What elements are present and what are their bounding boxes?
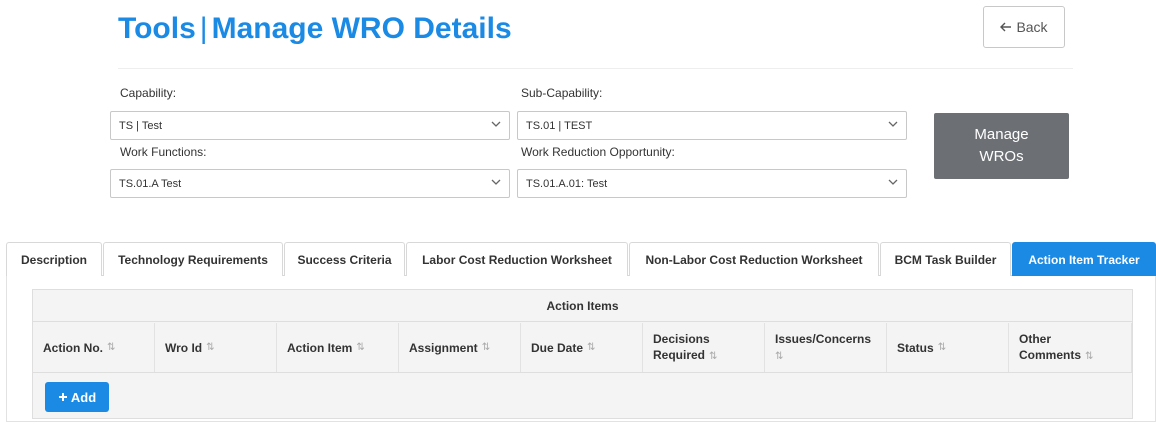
column-label-line2: Required (653, 347, 706, 362)
plus-icon (58, 393, 67, 401)
chevron-down-icon (491, 179, 501, 185)
wro-label: Work Reduction Opportunity: (521, 145, 675, 159)
sort-icon: ⇅ (937, 341, 947, 353)
sort-icon: ⇅ (709, 350, 718, 362)
sort-icon: ⇅ (107, 341, 116, 353)
chevron-down-icon (888, 121, 898, 127)
title-main: Manage WRO Details (211, 12, 512, 45)
wro-value: TS.01.A.01: Test (526, 177, 608, 190)
header-divider (33, 372, 1132, 373)
title-separator: | (199, 12, 208, 45)
add-button[interactable]: Add (45, 382, 109, 412)
column-label: Action No. (43, 340, 103, 355)
chevron-down-icon (491, 121, 501, 127)
title-tools: Tools (118, 12, 196, 45)
column-label-line1: Other (1019, 331, 1052, 346)
back-button-label: Back (1016, 19, 1048, 35)
column-label-line2: Comments (1019, 347, 1082, 362)
sub-capability-select[interactable]: TS.01 | TEST (517, 111, 907, 140)
tab-labor-cost-reduction[interactable]: Labor Cost Reduction Worksheet (406, 242, 628, 276)
column-header-action-item[interactable]: Action Item ⇅ (277, 323, 399, 372)
column-header-status[interactable]: Status ⇅ (887, 323, 1009, 372)
column-label-line1: Decisions (653, 331, 710, 346)
sort-icon: ⇅ (1085, 350, 1094, 362)
tab-bcm-task-builder[interactable]: BCM Task Builder (880, 242, 1011, 276)
sort-icon: ⇅ (775, 350, 784, 362)
tab-bar: Description Technology Requirements Succ… (6, 242, 1156, 277)
arrow-left-icon (1000, 22, 1012, 32)
add-button-label: Add (70, 389, 97, 405)
column-label: Status (897, 340, 934, 355)
work-functions-value: TS.01.A Test (119, 177, 182, 190)
capability-select[interactable]: TS | Test (110, 111, 510, 140)
wro-select[interactable]: TS.01.A.01: Test (517, 169, 907, 198)
sort-icon: ⇅ (587, 341, 596, 353)
sub-capability-value: TS.01 | TEST (526, 119, 593, 132)
sort-icon: ⇅ (481, 341, 491, 353)
work-functions-select[interactable]: TS.01.A Test (110, 169, 510, 198)
table-caption: Action Items (33, 290, 1132, 322)
sub-capability-label: Sub-Capability: (521, 86, 603, 100)
manage-wros-button[interactable]: Manage WROs (934, 113, 1069, 179)
column-header-other-comments[interactable]: Other Comments ⇅ (1009, 323, 1132, 372)
work-functions-label: Work Functions: (120, 145, 207, 159)
tab-success-criteria[interactable]: Success Criteria (284, 242, 405, 276)
column-label-line1: Issues/Concerns (775, 331, 872, 346)
capability-value: TS | Test (119, 119, 163, 132)
column-header-assignment[interactable]: Assignment ⇅ (399, 323, 521, 372)
sort-icon: ⇅ (356, 341, 365, 353)
column-header-decisions-required[interactable]: Decisions Required ⇅ (643, 323, 765, 372)
action-items-table: Action Items Action No. ⇅ Wro Id ⇅ Action … (32, 289, 1133, 419)
manage-wros-line1: Manage (974, 126, 1029, 143)
capability-label: Capability: (120, 86, 177, 100)
header-divider (118, 68, 1073, 69)
tab-description[interactable]: Description (6, 242, 102, 276)
column-header-due-date[interactable]: Due Date ⇅ (521, 323, 643, 372)
chevron-down-icon (888, 179, 898, 185)
page-title: Tools | Manage WRO Details (118, 12, 512, 46)
column-label: Due Date (531, 340, 584, 355)
back-button[interactable]: Back (983, 6, 1065, 48)
manage-wros-line2: WROs (979, 148, 1024, 165)
column-header-wro-id[interactable]: Wro Id ⇅ (155, 323, 277, 372)
column-label: Wro Id (165, 340, 203, 355)
column-label: Action Item (287, 340, 353, 355)
column-header-issues-concerns[interactable]: Issues/Concerns ⇅ (765, 323, 887, 372)
sort-icon: ⇅ (206, 341, 215, 353)
column-header-action-no[interactable]: Action No. ⇅ (33, 323, 155, 372)
tab-technology-requirements[interactable]: Technology Requirements (103, 242, 283, 276)
tab-action-item-tracker[interactable]: Action Item Tracker (1012, 242, 1156, 277)
tab-non-labor-cost-reduction[interactable]: Non-Labor Cost Reduction Worksheet (629, 242, 879, 276)
column-label: Assignment (409, 340, 478, 355)
